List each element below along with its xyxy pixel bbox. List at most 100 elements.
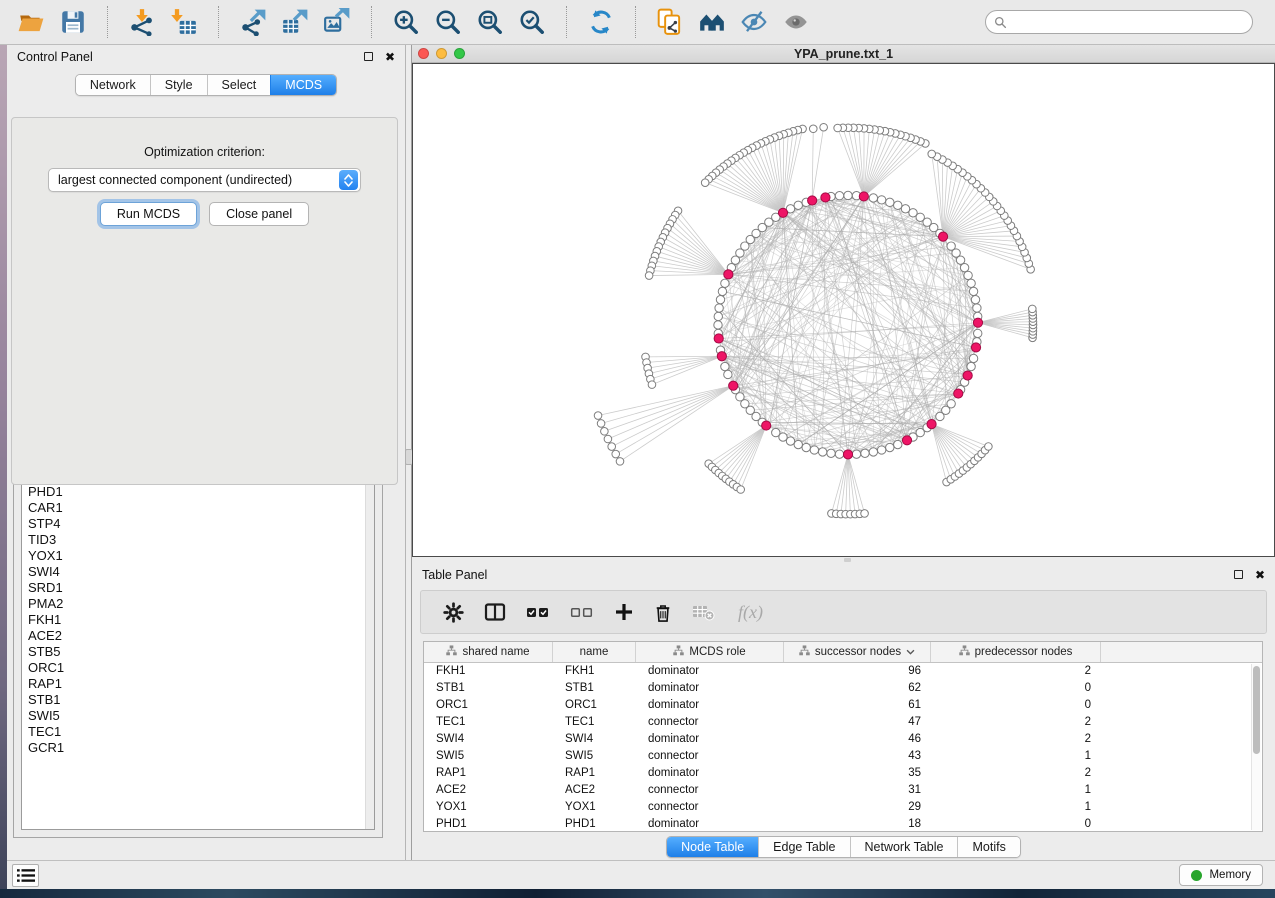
network-node[interactable]: [969, 354, 977, 362]
export-image-button[interactable]: [321, 6, 353, 38]
mcds-result-item[interactable]: SRD1: [22, 580, 374, 596]
network-node[interactable]: [834, 124, 842, 132]
network-node[interactable]: [715, 304, 723, 312]
tab-network[interactable]: Network: [76, 75, 150, 95]
mcds-result-item[interactable]: SWI5: [22, 708, 374, 724]
column-header-predecessor_nodes[interactable]: predecessor nodes: [931, 642, 1101, 662]
mcds-result-item[interactable]: PMA2: [22, 596, 374, 612]
first-neighbors-button[interactable]: [696, 6, 728, 38]
network-node[interactable]: [772, 428, 780, 436]
network-node[interactable]: [960, 263, 968, 271]
task-history-button[interactable]: [12, 864, 39, 887]
import-network-button[interactable]: [126, 6, 158, 38]
mcds-node[interactable]: [963, 371, 972, 380]
show-all-button[interactable]: [780, 6, 812, 38]
mcds-node[interactable]: [902, 436, 911, 445]
mcds-result-item[interactable]: RAP1: [22, 676, 374, 692]
network-node[interactable]: [852, 450, 860, 458]
network-node[interactable]: [818, 448, 826, 456]
network-node[interactable]: [594, 412, 602, 420]
network-node[interactable]: [877, 446, 885, 454]
network-node[interactable]: [737, 486, 745, 494]
network-node[interactable]: [648, 381, 656, 389]
network-node[interactable]: [701, 179, 709, 187]
tab-motifs[interactable]: Motifs: [957, 837, 1019, 857]
network-node[interactable]: [964, 271, 972, 279]
table-row[interactable]: SWI4SWI4dominator462: [424, 731, 1262, 748]
minimize-window-icon[interactable]: [436, 48, 447, 59]
float-panel-icon[interactable]: [364, 52, 373, 61]
table-row[interactable]: PHD1PHD1dominator180: [424, 816, 1262, 833]
export-table-button[interactable]: [279, 6, 311, 38]
network-graph[interactable]: [413, 64, 1274, 556]
network-node[interactable]: [820, 123, 828, 131]
network-node[interactable]: [936, 412, 944, 420]
mcds-result-item[interactable]: GCR1: [22, 740, 374, 756]
mcds-node[interactable]: [821, 193, 830, 202]
mcds-result-item[interactable]: TID3: [22, 532, 374, 548]
network-node[interactable]: [716, 295, 724, 303]
network-node[interactable]: [794, 440, 802, 448]
mcds-result-item[interactable]: ACE2: [22, 628, 374, 644]
network-node[interactable]: [827, 449, 835, 457]
open-file-button[interactable]: [15, 6, 47, 38]
network-node[interactable]: [802, 443, 810, 451]
apply-layout-button[interactable]: [585, 6, 617, 38]
tab-select[interactable]: Select: [207, 75, 271, 95]
network-node[interactable]: [616, 458, 624, 466]
table-row[interactable]: YOX1YOX1connector291: [424, 799, 1262, 816]
network-node[interactable]: [714, 321, 722, 329]
hide-selected-button[interactable]: [738, 6, 770, 38]
network-node[interactable]: [877, 196, 885, 204]
zoom-fit-button[interactable]: [474, 6, 506, 38]
mcds-node[interactable]: [973, 318, 982, 327]
mcds-node[interactable]: [729, 381, 738, 390]
network-node[interactable]: [985, 443, 993, 451]
network-node[interactable]: [886, 198, 894, 206]
table-row[interactable]: RAP1RAP1dominator352: [424, 765, 1262, 782]
table-row[interactable]: ORC1ORC1dominator610: [424, 697, 1262, 714]
mcds-node[interactable]: [843, 450, 852, 459]
table-row[interactable]: STB1STB1dominator620: [424, 680, 1262, 697]
network-node[interactable]: [894, 440, 902, 448]
network-node[interactable]: [928, 150, 936, 158]
select-all-button[interactable]: [524, 600, 552, 624]
network-node[interactable]: [969, 287, 977, 295]
column-header-name[interactable]: name: [553, 642, 636, 662]
import-table-button[interactable]: [168, 6, 200, 38]
maximize-window-icon[interactable]: [454, 48, 465, 59]
network-node[interactable]: [886, 443, 894, 451]
mcds-list-scrollbar[interactable]: [365, 484, 374, 829]
table-row[interactable]: FKH1FKH1dominator962: [424, 663, 1262, 680]
mcds-node[interactable]: [717, 352, 726, 361]
column-header-successor_nodes[interactable]: successor nodes: [784, 642, 931, 662]
network-node[interactable]: [608, 443, 616, 451]
mcds-node[interactable]: [954, 389, 963, 398]
save-session-button[interactable]: [57, 6, 89, 38]
network-node[interactable]: [967, 279, 975, 287]
network-node[interactable]: [604, 435, 612, 443]
network-node[interactable]: [597, 420, 605, 428]
network-node[interactable]: [894, 201, 902, 209]
mcds-node[interactable]: [927, 420, 936, 429]
add-column-button[interactable]: [612, 600, 636, 624]
network-node[interactable]: [645, 272, 653, 280]
network-node[interactable]: [844, 191, 852, 199]
network-node[interactable]: [869, 448, 877, 456]
close-window-icon[interactable]: [418, 48, 429, 59]
mcds-node[interactable]: [859, 192, 868, 201]
mcds-result-item[interactable]: YOX1: [22, 548, 374, 564]
mcds-result-item[interactable]: STB5: [22, 644, 374, 660]
search-box[interactable]: [985, 10, 1253, 34]
run-mcds-button[interactable]: Run MCDS: [100, 202, 197, 226]
mcds-result-item[interactable]: CAR1: [22, 500, 374, 516]
mcds-result-item[interactable]: ORC1: [22, 660, 374, 676]
network-node[interactable]: [714, 312, 722, 320]
tab-network-table[interactable]: Network Table: [850, 837, 958, 857]
network-node[interactable]: [718, 287, 726, 295]
optimization-criterion-select[interactable]: largest connected component (undirected): [48, 168, 361, 192]
network-node[interactable]: [869, 194, 877, 202]
column-header-shared_name[interactable]: shared name: [424, 642, 553, 662]
new-network-from-selection-button[interactable]: [654, 6, 686, 38]
network-node[interactable]: [861, 449, 869, 457]
